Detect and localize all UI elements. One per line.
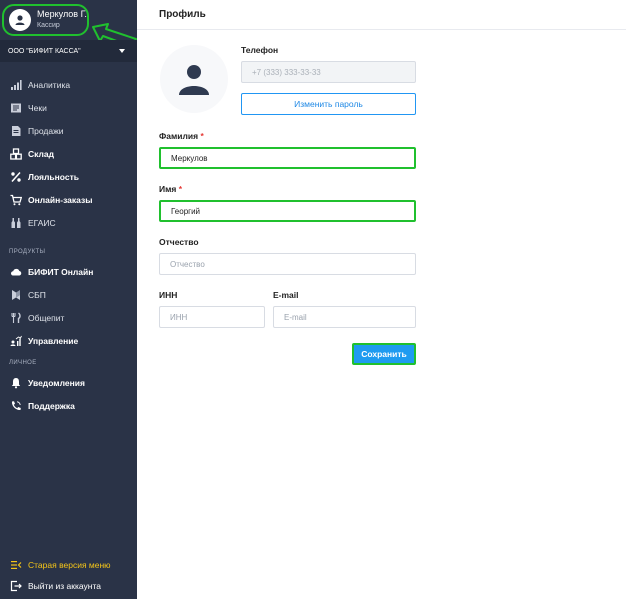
name-field[interactable]: Георгий <box>159 200 416 222</box>
surname-label: Фамилия * <box>159 131 204 141</box>
surname-label-text: Фамилия <box>159 131 199 141</box>
user-name: Меркулов Г. <box>37 9 87 19</box>
save-button[interactable]: Сохранить <box>352 343 416 365</box>
phone-field: +7 (333) 333-33-33 <box>241 61 416 83</box>
sidebar-item-egais[interactable]: ЕГАИС <box>0 211 137 234</box>
name-label-text: Имя <box>159 184 177 194</box>
sidebar-item-online-orders[interactable]: Онлайн-заказы <box>0 188 137 211</box>
profile-avatar[interactable] <box>160 45 228 113</box>
user-avatar-icon <box>9 9 31 31</box>
required-mark: * <box>178 184 183 194</box>
email-field[interactable]: E-mail <box>273 306 416 328</box>
sidebar-item-bifit-online[interactable]: БИФИТ Онлайн <box>0 260 137 283</box>
user-role: Кассир <box>37 22 60 29</box>
sidebar-item-label: Лояльность <box>28 171 79 182</box>
logout-label: Выйти из аккаунта <box>28 581 101 591</box>
sidebar-item-label: Чеки <box>28 102 47 113</box>
sidebar-item-label: Продажи <box>28 125 64 136</box>
user-profile-button[interactable]: Меркулов Г. Кассир <box>2 4 89 36</box>
inn-label: ИНН <box>159 290 178 300</box>
sidebar-item-loyalty[interactable]: Лояльность <box>0 165 137 188</box>
percent-icon <box>10 171 22 183</box>
required-mark: * <box>200 131 204 141</box>
logout-icon <box>10 580 22 592</box>
bottles-icon <box>10 217 22 229</box>
cloud-icon <box>10 266 22 278</box>
sidebar-item-label: Управление <box>28 335 79 346</box>
sidebar-item-label: СБП <box>28 289 46 300</box>
old-menu-link[interactable]: Старая версия меню <box>10 559 111 571</box>
company-selector[interactable]: ООО "БИФИТ КАССА" <box>0 40 137 62</box>
sidebar-item-receipts[interactable]: Чеки <box>0 96 137 119</box>
inn-field[interactable]: ИНН <box>159 306 265 328</box>
chevron-down-icon <box>119 49 125 53</box>
sidebar-item-management[interactable]: Управление <box>0 329 137 352</box>
sidebar-item-notifications[interactable]: Уведомления <box>0 371 137 394</box>
boxes-icon <box>10 147 22 160</box>
change-password-button[interactable]: Изменить пароль <box>241 93 416 115</box>
personal-nav: Уведомления Поддержка <box>0 371 137 417</box>
bell-icon <box>10 377 22 389</box>
cart-icon <box>10 194 22 206</box>
page-title: Профиль <box>137 0 626 30</box>
sidebar-item-label: ЕГАИС <box>28 217 56 228</box>
patronymic-field[interactable]: Отчество <box>159 253 416 275</box>
people-chart-icon <box>10 335 22 347</box>
old-menu-label: Старая версия меню <box>28 560 111 570</box>
sidebar-item-label: Общепит <box>28 312 65 323</box>
user-avatar-icon <box>179 65 209 95</box>
name-label: Имя * <box>159 184 182 194</box>
company-name: ООО "БИФИТ КАССА" <box>8 47 81 55</box>
sidebar-item-label: Уведомления <box>28 377 85 388</box>
surname-field[interactable]: Меркулов <box>159 147 416 169</box>
products-section-label: ПРОДУКТЫ <box>9 249 46 255</box>
receipt-icon <box>10 102 22 114</box>
patronymic-label: Отчество <box>159 237 199 247</box>
products-nav: БИФИТ Онлайн СБП Общепит Управление <box>0 260 137 352</box>
app: Меркулов Г. Кассир ООО "БИФИТ КАССА" Ана… <box>0 0 626 599</box>
sidebar-item-label: Онлайн-заказы <box>28 194 93 205</box>
sidebar-item-analytics[interactable]: Аналитика <box>0 73 137 96</box>
sbp-icon <box>10 289 22 301</box>
profile-page: Профиль Телефон +7 (333) 333-33-33 Измен… <box>137 0 626 599</box>
menu-collapse-icon <box>10 559 22 571</box>
phone-icon <box>10 400 22 412</box>
personal-section-label: ЛИЧНОЕ <box>9 360 37 366</box>
email-label: E-mail <box>273 290 299 300</box>
sidebar-item-warehouse[interactable]: Склад <box>0 142 137 165</box>
bar-chart-icon <box>10 79 22 91</box>
sidebar-item-label: Склад <box>28 148 55 159</box>
sidebar-item-sales[interactable]: Продажи <box>0 119 137 142</box>
sidebar-item-label: БИФИТ Онлайн <box>28 266 94 277</box>
cutlery-icon <box>10 311 22 324</box>
logout-link[interactable]: Выйти из аккаунта <box>10 580 101 592</box>
sidebar-item-label: Поддержка <box>28 400 75 411</box>
phone-label: Телефон <box>241 45 279 55</box>
sidebar-item-label: Аналитика <box>28 79 71 90</box>
sidebar: Меркулов Г. Кассир ООО "БИФИТ КАССА" Ана… <box>0 0 137 599</box>
main-nav: Аналитика Чеки Продажи Склад Лояльность … <box>0 73 137 234</box>
sidebar-item-catering[interactable]: Общепит <box>0 306 137 329</box>
sidebar-item-sbp[interactable]: СБП <box>0 283 137 306</box>
document-icon <box>10 125 22 137</box>
sidebar-item-support[interactable]: Поддержка <box>0 394 137 417</box>
